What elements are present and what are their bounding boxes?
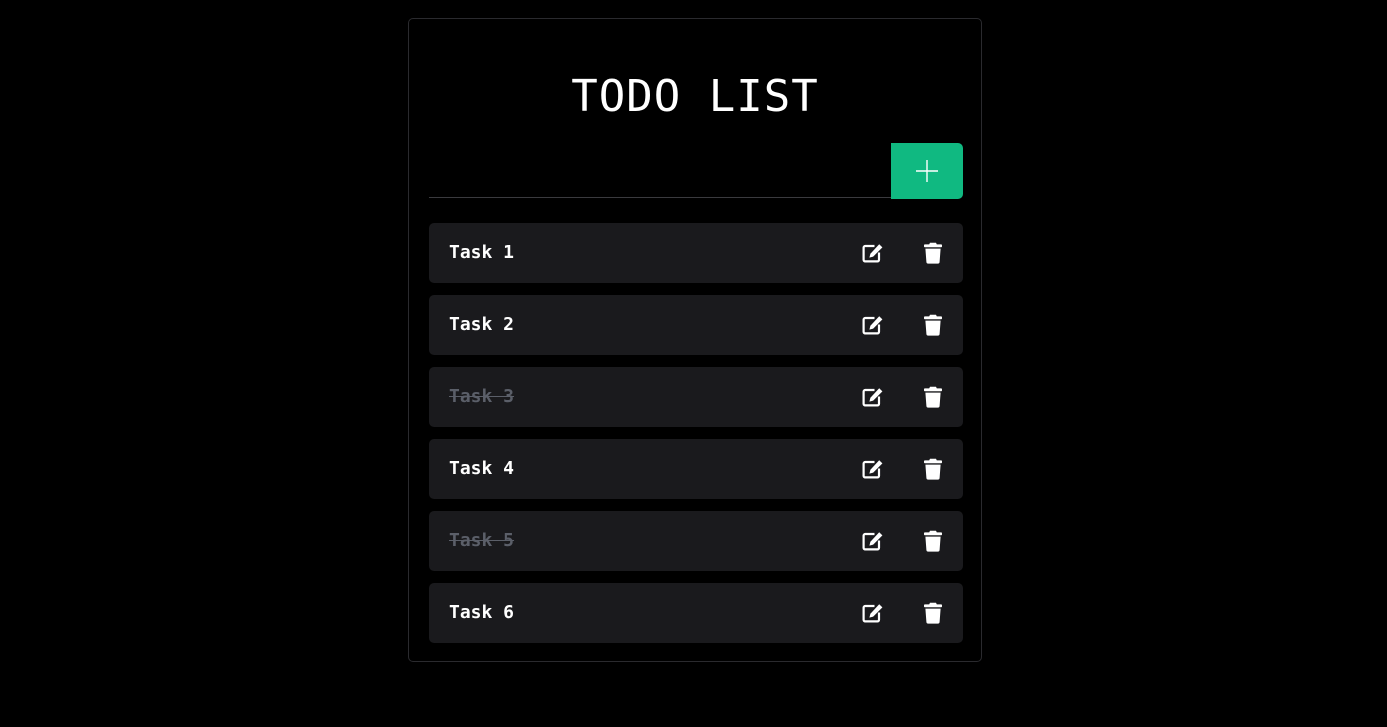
task-item: Task 4	[429, 439, 963, 499]
task-item: Task 3	[429, 367, 963, 427]
task-label[interactable]: Task 5	[449, 511, 514, 571]
add-task-form	[429, 143, 963, 199]
edit-icon	[862, 604, 883, 623]
delete-task-button[interactable]	[921, 457, 945, 481]
edit-icon	[862, 388, 883, 407]
add-task-button[interactable]	[891, 143, 963, 199]
delete-task-button[interactable]	[921, 241, 945, 265]
task-item: Task 2	[429, 295, 963, 355]
trash-icon	[924, 314, 942, 336]
task-label[interactable]: Task 2	[449, 295, 514, 355]
task-item: Task 6	[429, 583, 963, 643]
task-label[interactable]: Task 6	[449, 583, 514, 643]
task-input[interactable]	[429, 143, 891, 198]
trash-icon	[924, 242, 942, 264]
delete-task-button[interactable]	[921, 601, 945, 625]
edit-icon	[862, 532, 883, 551]
task-label[interactable]: Task 3	[449, 367, 514, 427]
trash-icon	[924, 530, 942, 552]
trash-icon	[924, 386, 942, 408]
task-label[interactable]: Task 1	[449, 223, 514, 283]
page-title: TODO LIST	[571, 71, 819, 122]
plus-icon	[916, 160, 938, 182]
edit-task-button[interactable]	[861, 457, 885, 481]
task-item: Task 5	[429, 511, 963, 571]
todo-card: TODO LIST Task 1 Task 2 Task 3 Task 4 Ta…	[408, 18, 982, 662]
task-label[interactable]: Task 4	[449, 439, 514, 499]
delete-task-button[interactable]	[921, 529, 945, 553]
edit-task-button[interactable]	[861, 313, 885, 337]
edit-task-button[interactable]	[861, 241, 885, 265]
delete-task-button[interactable]	[921, 313, 945, 337]
edit-icon	[862, 316, 883, 335]
delete-task-button[interactable]	[921, 385, 945, 409]
edit-task-button[interactable]	[861, 529, 885, 553]
edit-icon	[862, 244, 883, 263]
edit-task-button[interactable]	[861, 601, 885, 625]
edit-icon	[862, 460, 883, 479]
task-item: Task 1	[429, 223, 963, 283]
trash-icon	[924, 458, 942, 480]
trash-icon	[924, 602, 942, 624]
task-list: Task 1 Task 2 Task 3 Task 4 Task 5 Task …	[429, 223, 963, 655]
edit-task-button[interactable]	[861, 385, 885, 409]
